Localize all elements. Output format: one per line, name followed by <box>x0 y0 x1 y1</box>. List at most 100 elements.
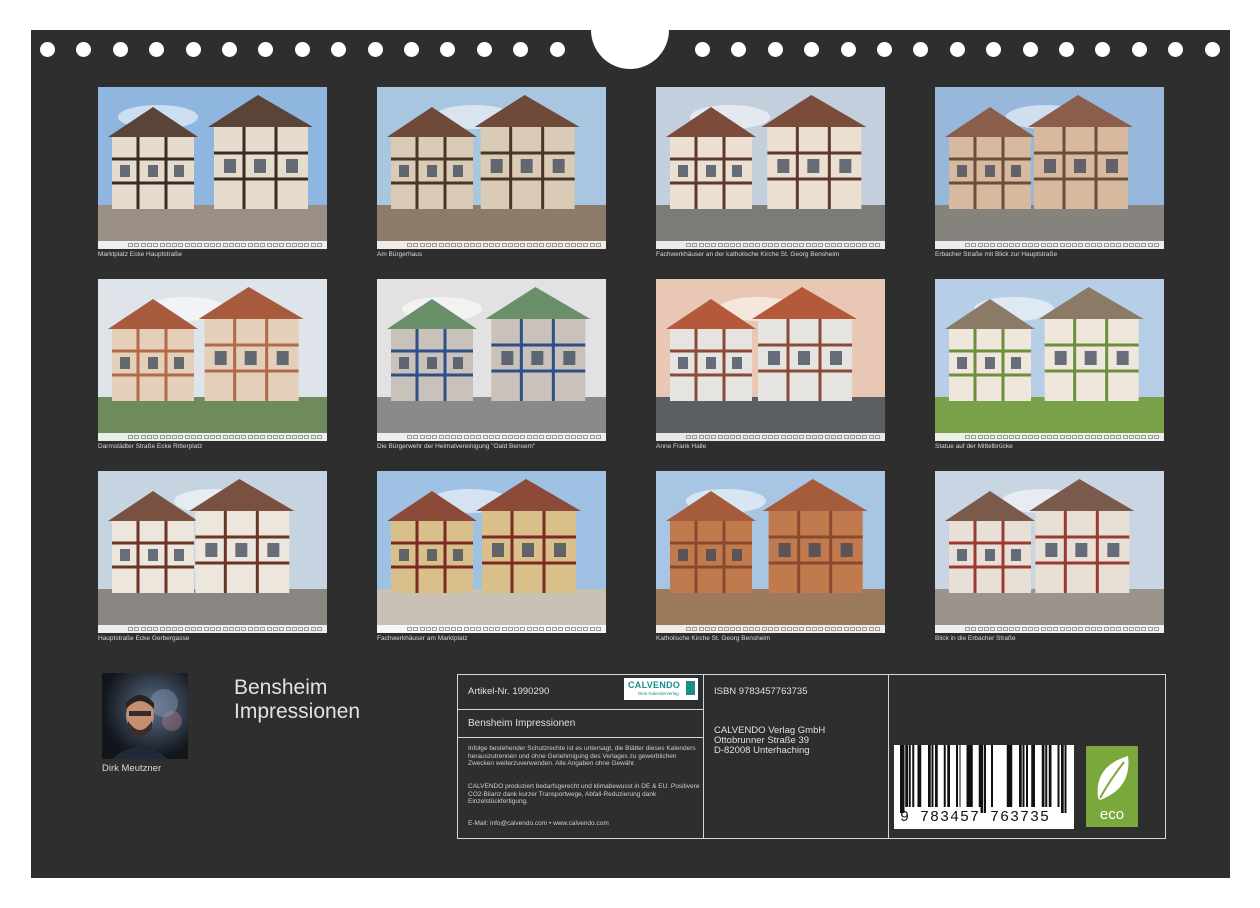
photo-thumbnail <box>656 471 885 633</box>
photo-thumbnail <box>935 279 1164 441</box>
day-cell <box>260 627 266 631</box>
day-cell <box>742 243 748 247</box>
day-cell <box>996 243 1002 247</box>
day-cell <box>533 243 538 247</box>
day-cell <box>983 243 989 247</box>
day-cell <box>146 243 152 247</box>
day-cell <box>1141 435 1147 439</box>
day-cell <box>304 627 310 631</box>
day-cell <box>1109 435 1115 439</box>
day-cell <box>570 627 576 631</box>
day-cell <box>849 435 855 439</box>
photo-caption: Darmstädter Straße Ecke Ritterplatz <box>98 443 203 450</box>
day-cell <box>153 435 159 439</box>
day-cell <box>1009 435 1015 439</box>
day-cell <box>520 627 526 631</box>
day-cell <box>1084 435 1090 439</box>
day-cell <box>520 435 526 439</box>
binding-hole <box>294 42 310 57</box>
day-cell <box>1084 627 1090 631</box>
day-cell <box>1002 243 1008 247</box>
binding-hole <box>149 42 165 57</box>
day-cell <box>812 627 817 631</box>
day-cell <box>1128 627 1134 631</box>
day-cell <box>990 243 996 247</box>
day-cell <box>1034 435 1040 439</box>
day-cell <box>1128 435 1134 439</box>
day-cell <box>1147 243 1153 247</box>
product-title: Bensheim Impressionen <box>468 718 576 729</box>
day-cell <box>868 435 874 439</box>
day-cell <box>799 627 805 631</box>
author-name: Dirk Meutzner <box>102 763 162 774</box>
barcode-bars <box>900 745 1067 813</box>
calendar-title: Bensheim Impressionen <box>234 676 360 724</box>
binding-hole <box>731 42 747 57</box>
day-cell <box>856 435 862 439</box>
day-cell <box>692 435 698 439</box>
day-cell <box>545 627 551 631</box>
day-cell <box>272 627 278 631</box>
day-cell <box>1116 435 1122 439</box>
day-cell <box>298 627 304 631</box>
day-cell <box>235 627 241 631</box>
day-cell <box>767 435 773 439</box>
day-cell <box>146 435 152 439</box>
photo-caption: Erbacher Straße mit Blick zur Hauptstraß… <box>935 251 1058 258</box>
day-cell <box>407 243 412 247</box>
day-cell <box>1128 243 1134 247</box>
day-cell <box>868 627 874 631</box>
day-cell <box>780 627 786 631</box>
day-cell <box>533 627 538 631</box>
day-cell <box>298 435 304 439</box>
day-cell <box>482 435 488 439</box>
day-cell <box>1065 435 1071 439</box>
day-cell <box>1002 435 1008 439</box>
day-cell <box>1053 627 1059 631</box>
day-cell <box>134 627 140 631</box>
day-cell <box>1046 627 1052 631</box>
day-cell <box>413 627 419 631</box>
day-cell <box>577 627 583 631</box>
day-cell <box>686 435 691 439</box>
binding-hole <box>40 42 55 57</box>
day-cell <box>222 627 228 631</box>
day-cell <box>849 243 855 247</box>
day-cell <box>317 627 322 631</box>
day-cell <box>279 243 285 247</box>
day-cell <box>1097 243 1103 247</box>
day-cell <box>723 627 729 631</box>
day-cell <box>470 627 475 631</box>
day-cell <box>457 627 463 631</box>
day-cell <box>216 435 222 439</box>
day-cell <box>1021 243 1027 247</box>
day-cell <box>241 627 247 631</box>
day-cell <box>241 243 247 247</box>
day-cell <box>1053 435 1059 439</box>
day-cell <box>818 243 824 247</box>
calendar-day-strip <box>98 625 327 633</box>
day-cell <box>407 435 412 439</box>
day-cell <box>990 627 996 631</box>
day-cell <box>159 243 165 247</box>
day-cell <box>1122 627 1128 631</box>
day-cell <box>146 627 152 631</box>
eco-badge: eco <box>1086 746 1138 827</box>
day-cell <box>558 435 564 439</box>
day-cell <box>203 243 209 247</box>
day-cell <box>470 243 475 247</box>
day-cell <box>191 243 196 247</box>
day-cell <box>507 243 513 247</box>
calvendo-logo-subtext: Dein Kalenderverlag <box>638 691 679 696</box>
day-cell <box>1084 243 1090 247</box>
day-cell <box>1015 435 1021 439</box>
day-cell <box>1103 243 1109 247</box>
product-title-box: Bensheim Impressionen <box>457 709 704 738</box>
day-cell <box>843 435 849 439</box>
day-cell <box>742 627 748 631</box>
binding-hole <box>549 42 565 57</box>
day-cell <box>1072 435 1078 439</box>
day-cell <box>698 243 704 247</box>
day-cell <box>755 435 761 439</box>
hanger-notch <box>591 29 669 69</box>
